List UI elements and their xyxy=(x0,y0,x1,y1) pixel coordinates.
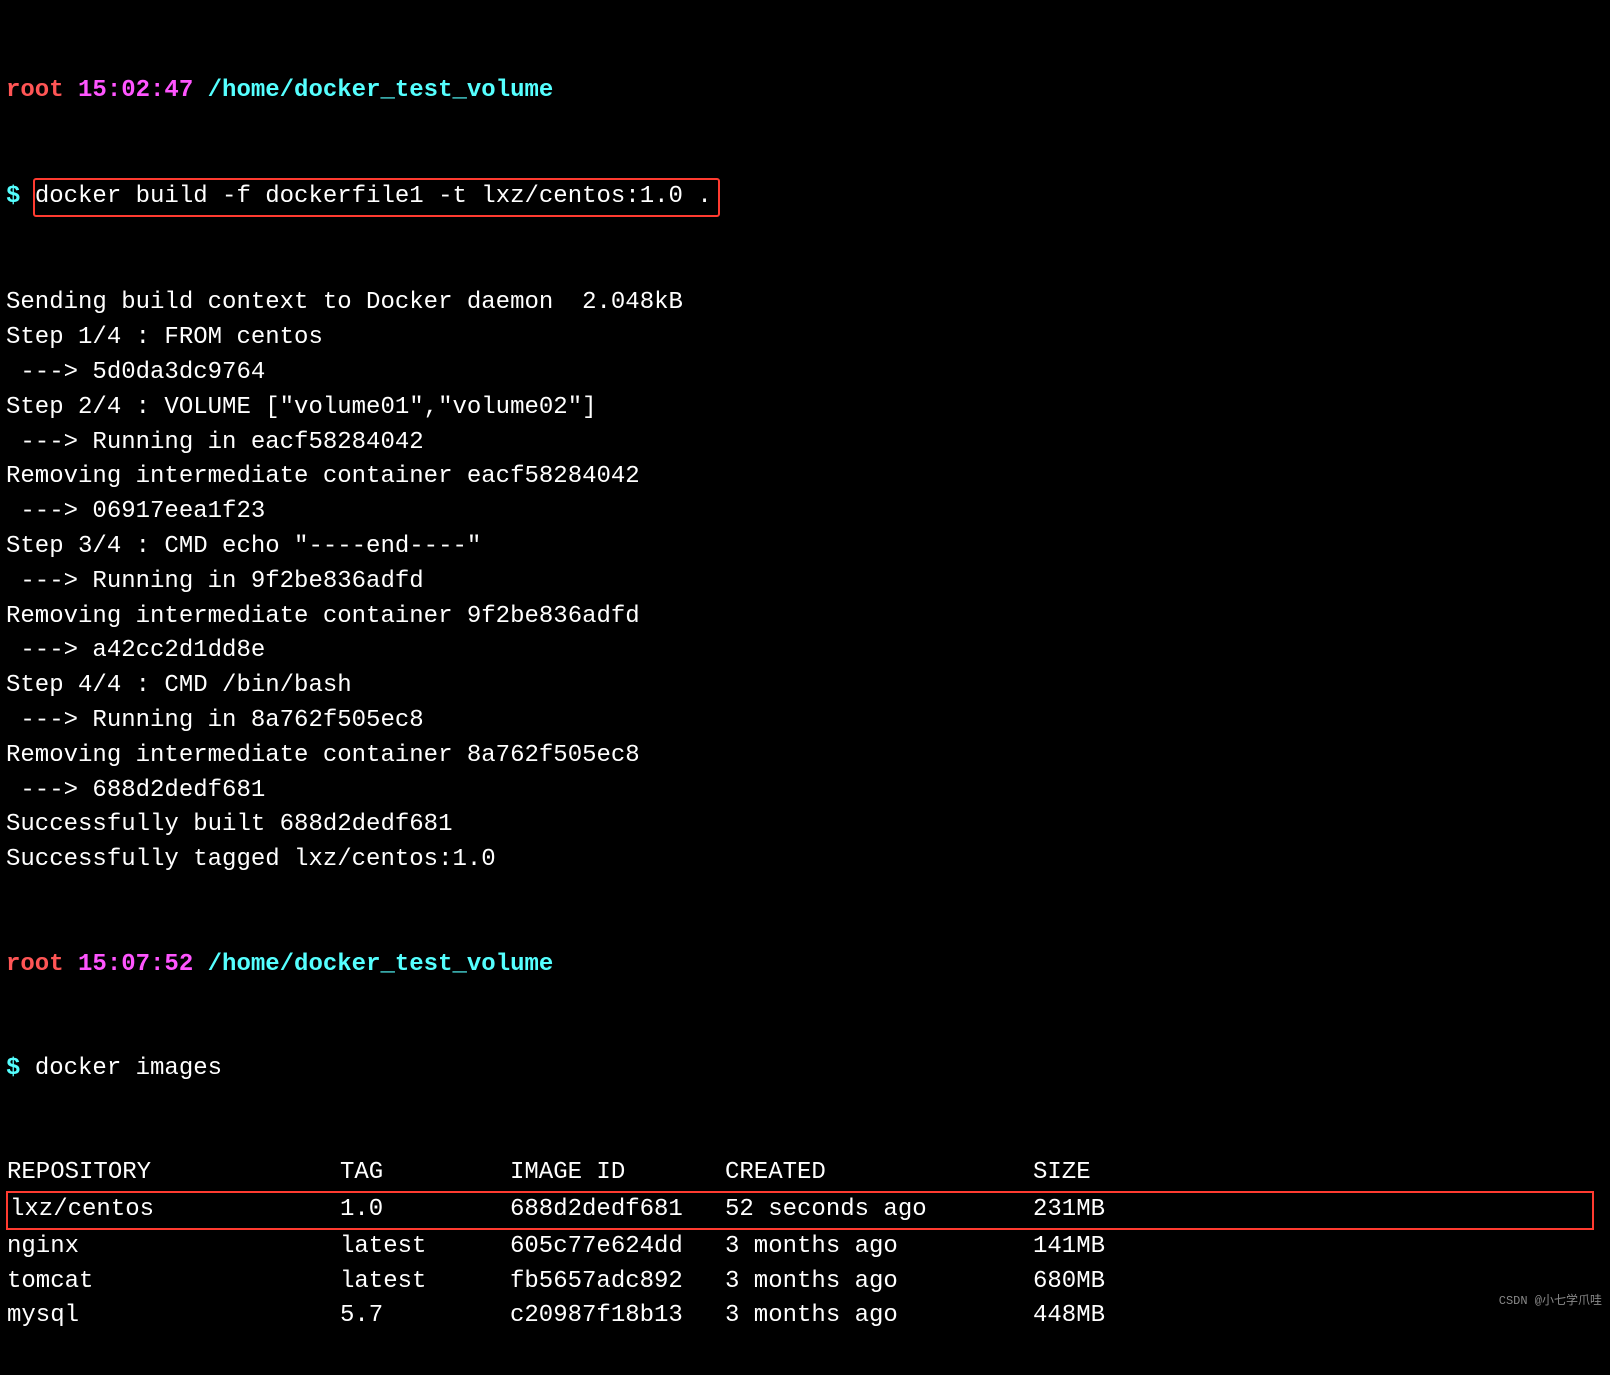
cell-image-id: 605c77e624dd xyxy=(510,1229,725,1265)
cell-image-id: fb5657adc892 xyxy=(510,1265,725,1300)
watermark: CSDN @小七学爪哇 xyxy=(1499,1293,1602,1310)
output-line: ---> 688d2dedf681 xyxy=(6,774,1592,809)
command-line-2: $ docker images xyxy=(6,1052,1592,1087)
output-line: ---> 5d0da3dc9764 xyxy=(6,356,1592,391)
output-line: ---> Running in 9f2be836adfd xyxy=(6,565,1592,600)
prompt-line-1: root 15:02:47 /home/docker_test_volume xyxy=(6,74,1592,109)
prompt-dollar: $ xyxy=(6,1055,20,1082)
cell-image-id: 688d2dedf681 xyxy=(510,1192,725,1229)
images-header-row: REPOSITORY TAG IMAGE ID CREATED SIZE xyxy=(7,1156,1593,1192)
command-text: docker build -f dockerfile1 -t lxz/cento… xyxy=(35,183,712,210)
prompt-time: 15:07:52 xyxy=(78,951,193,978)
output-line: ---> a42cc2d1dd8e xyxy=(6,634,1592,669)
images-table: REPOSITORY TAG IMAGE ID CREATED SIZE lxz… xyxy=(6,1156,1594,1334)
cell-created: 3 months ago xyxy=(725,1265,1033,1300)
cell-created: 3 months ago xyxy=(725,1229,1033,1265)
command-line-1: $ docker build -f dockerfile1 -t lxz/cen… xyxy=(6,178,1592,217)
cell-created: 3 months ago xyxy=(725,1299,1033,1334)
table-row: tomcatlatestfb5657adc8923 months ago680M… xyxy=(7,1265,1593,1300)
output-line: Removing intermediate container 8a762f50… xyxy=(6,739,1592,774)
output-line: Successfully tagged lxz/centos:1.0 xyxy=(6,843,1592,878)
prompt-time: 15:02:47 xyxy=(78,77,193,104)
col-created: CREATED xyxy=(725,1156,1033,1192)
prompt-path: /home/docker_test_volume xyxy=(208,77,554,104)
cell-tag: 1.0 xyxy=(340,1192,510,1229)
output-line: Successfully built 688d2dedf681 xyxy=(6,808,1592,843)
cell-tag: latest xyxy=(340,1265,510,1300)
cell-repository: mysql xyxy=(7,1299,340,1334)
output-line: ---> 06917eea1f23 xyxy=(6,495,1592,530)
output-line: ---> Running in eacf58284042 xyxy=(6,426,1592,461)
cell-created: 52 seconds ago xyxy=(725,1192,1033,1229)
output-line: Step 1/4 : FROM centos xyxy=(6,321,1592,356)
highlighted-command: docker build -f dockerfile1 -t lxz/cento… xyxy=(33,178,720,217)
cell-tag: latest xyxy=(340,1229,510,1265)
output-line: Removing intermediate container 9f2be836… xyxy=(6,600,1592,635)
output-line: Step 3/4 : CMD echo "----end----" xyxy=(6,530,1592,565)
cell-tag: 5.7 xyxy=(340,1299,510,1334)
col-image-id: IMAGE ID xyxy=(510,1156,725,1192)
prompt-user: root xyxy=(6,77,64,104)
cell-size: 231MB xyxy=(1033,1192,1593,1229)
output-line: ---> Running in 8a762f505ec8 xyxy=(6,704,1592,739)
output-line: Sending build context to Docker daemon 2… xyxy=(6,286,1592,321)
command-text: docker images xyxy=(35,1055,222,1082)
table-row: mysql5.7c20987f18b133 months ago448MB xyxy=(7,1299,1593,1334)
terminal[interactable]: root 15:02:47 /home/docker_test_volume $… xyxy=(0,0,1598,1375)
cell-size: 141MB xyxy=(1033,1229,1593,1265)
output-line: Step 4/4 : CMD /bin/bash xyxy=(6,669,1592,704)
col-repository: REPOSITORY xyxy=(7,1156,340,1192)
prompt-user: root xyxy=(6,951,64,978)
cell-image-id: c20987f18b13 xyxy=(510,1299,725,1334)
col-size: SIZE xyxy=(1033,1156,1593,1192)
prompt-dollar: $ xyxy=(6,183,20,210)
cell-repository: lxz/centos xyxy=(7,1192,340,1229)
table-row: nginxlatest605c77e624dd3 months ago141MB xyxy=(7,1229,1593,1265)
output-line: Step 2/4 : VOLUME ["volume01","volume02"… xyxy=(6,391,1592,426)
table-row: lxz/centos1.0688d2dedf68152 seconds ago2… xyxy=(7,1192,1593,1229)
col-tag: TAG xyxy=(340,1156,510,1192)
cell-repository: tomcat xyxy=(7,1265,340,1300)
cell-repository: nginx xyxy=(7,1229,340,1265)
prompt-path: /home/docker_test_volume xyxy=(208,951,554,978)
output-line: Removing intermediate container eacf5828… xyxy=(6,460,1592,495)
prompt-line-2: root 15:07:52 /home/docker_test_volume xyxy=(6,948,1592,983)
build-output: Sending build context to Docker daemon 2… xyxy=(6,286,1592,878)
